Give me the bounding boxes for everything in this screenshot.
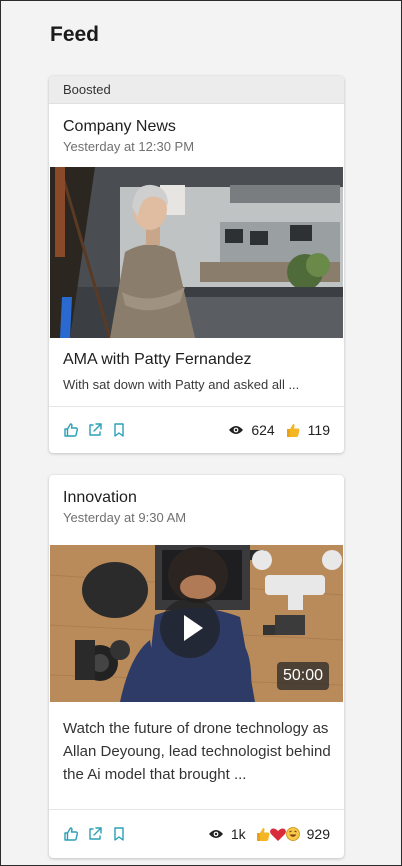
- reactions-count: 929: [306, 826, 330, 842]
- post-actions: 624 119: [63, 418, 330, 442]
- share-icon[interactable]: [87, 826, 103, 842]
- laugh-icon: [285, 827, 300, 841]
- likes-stat[interactable]: 119: [285, 422, 330, 438]
- thumb-up-emoji-icon: [256, 828, 270, 841]
- post-actions: 1k 929: [63, 822, 330, 846]
- post-excerpt: With sat down with Patty and asked all .…: [63, 377, 300, 392]
- thumb-up-icon[interactable]: [63, 826, 79, 842]
- page-title: Feed: [50, 23, 100, 46]
- bookmark-icon[interactable]: [111, 422, 127, 438]
- divider: [49, 406, 344, 407]
- eye-icon: [208, 828, 224, 840]
- thumb-up-icon[interactable]: [63, 422, 79, 438]
- post-timestamp: Yesterday at 9:30 AM: [63, 510, 187, 525]
- post-channel[interactable]: Company News: [63, 118, 330, 136]
- post-card[interactable]: Innovation Yesterday at 9:30 AM 50:00 Wa…: [49, 475, 344, 858]
- post-channel[interactable]: Innovation: [63, 489, 330, 507]
- views-count: 1k: [230, 826, 246, 842]
- views-stat: 1k: [208, 826, 246, 842]
- thumb-up-emoji-icon: [285, 422, 301, 438]
- feed-screen: Feed Boosted Company News Yesterday at 1…: [0, 0, 402, 866]
- play-button[interactable]: [160, 598, 220, 658]
- post-card[interactable]: Boosted Company News Yesterday at 12:30 …: [49, 76, 344, 453]
- reaction-icons: [256, 826, 300, 842]
- post-timestamp: Yesterday at 12:30 PM: [63, 139, 195, 154]
- post-image[interactable]: [50, 167, 343, 338]
- heart-icon: [269, 828, 286, 841]
- share-icon[interactable]: [87, 422, 103, 438]
- video-duration: 50:00: [276, 662, 329, 690]
- bookmark-icon[interactable]: [111, 826, 127, 842]
- divider: [49, 809, 344, 810]
- eye-icon: [228, 424, 244, 436]
- post-body: Watch the future of drone technology as …: [63, 720, 331, 783]
- views-stat: 624: [228, 422, 275, 438]
- post-video[interactable]: 50:00: [50, 545, 343, 702]
- boosted-label: Boosted: [49, 76, 344, 104]
- likes-count: 119: [307, 422, 330, 438]
- reactions-stat[interactable]: 929: [256, 826, 330, 842]
- post-heading[interactable]: AMA with Patty Fernandez: [63, 351, 252, 369]
- views-count: 624: [251, 422, 275, 438]
